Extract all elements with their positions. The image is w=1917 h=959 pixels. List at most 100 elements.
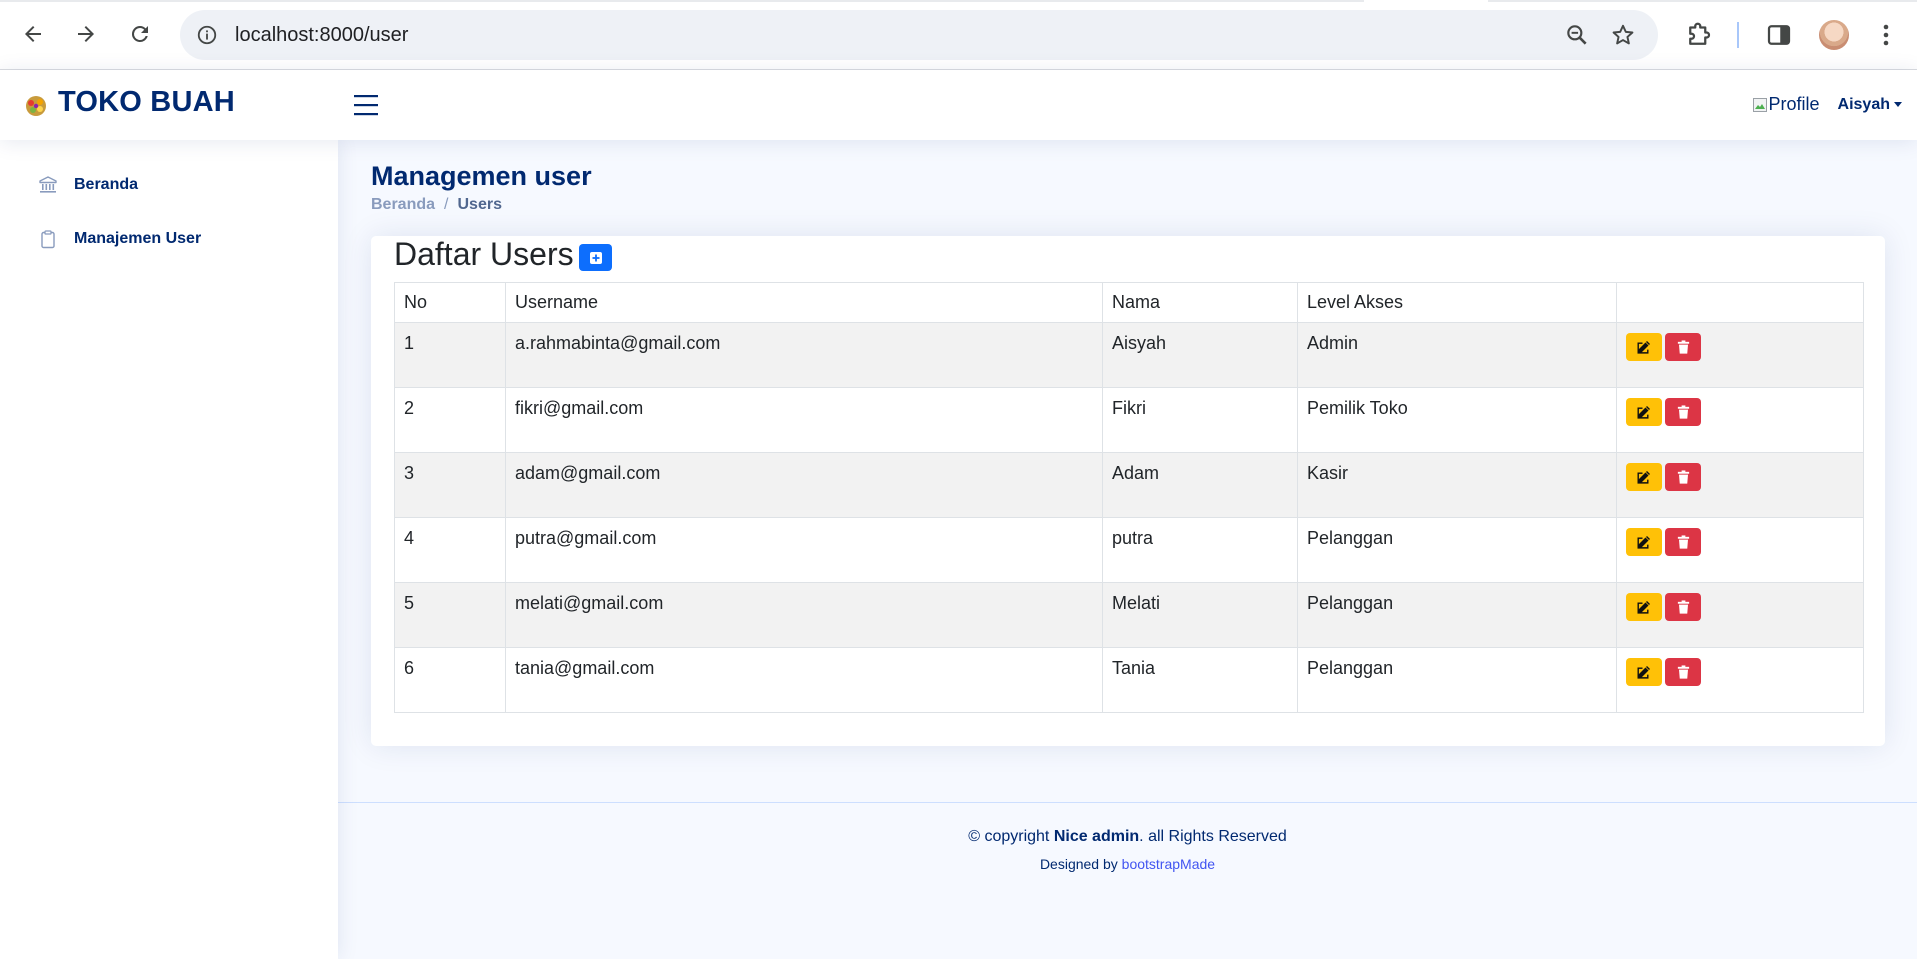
cell-username: melati@gmail.com — [505, 582, 1103, 648]
clipboard-icon — [38, 229, 58, 249]
edit-button[interactable] — [1626, 333, 1662, 361]
cell-no: 5 — [394, 582, 506, 648]
url-text[interactable]: localhost:8000/user — [235, 24, 408, 47]
header-no: No — [394, 282, 506, 323]
edit-button[interactable] — [1626, 593, 1662, 621]
delete-button[interactable] — [1665, 398, 1701, 426]
copyright-prefix: © copyright — [968, 828, 1050, 845]
extensions-icon[interactable] — [1684, 20, 1714, 50]
edit-icon — [1637, 406, 1650, 419]
delete-button[interactable] — [1665, 333, 1701, 361]
cell-no: 2 — [394, 387, 506, 453]
header-actions — [1616, 282, 1864, 323]
designer-link[interactable]: bootstrapMade — [1122, 856, 1215, 872]
delete-button[interactable] — [1665, 658, 1701, 686]
cell-actions — [1616, 582, 1864, 648]
arrow-right-icon — [78, 26, 94, 42]
trash-icon — [1677, 535, 1689, 549]
cell-username: putra@gmail.com — [505, 517, 1103, 583]
cell-level: Pelanggan — [1297, 517, 1617, 583]
cell-no: 6 — [394, 647, 506, 713]
copyright: © copyright Nice admin. all Rights Reser… — [338, 828, 1917, 846]
reload-button[interactable] — [120, 14, 160, 54]
cell-no: 3 — [394, 452, 506, 518]
page-title: Managemen user — [371, 161, 592, 191]
cell-username: fikri@gmail.com — [505, 387, 1103, 453]
browser-profile-avatar[interactable] — [1819, 20, 1849, 50]
edit-button[interactable] — [1626, 528, 1662, 556]
reload-icon — [131, 25, 148, 42]
edit-icon — [1637, 471, 1650, 484]
site-info-icon[interactable] — [194, 22, 220, 48]
browser-toolbar: localhost:8000/user — [0, 0, 1917, 70]
edit-icon — [1637, 536, 1650, 549]
breadcrumb-current: Users — [457, 196, 502, 213]
breadcrumb: Beranda / Users — [371, 196, 502, 214]
trash-icon — [1677, 600, 1689, 614]
cell-nama: Fikri — [1102, 387, 1298, 453]
header-username: Username — [505, 282, 1103, 323]
cell-level: Pelanggan — [1297, 647, 1617, 713]
header-level-akses: Level Akses — [1297, 282, 1617, 323]
bookmark-star-icon[interactable] — [1610, 22, 1636, 48]
browser-menu-icon[interactable] — [1878, 20, 1894, 50]
delete-button[interactable] — [1665, 463, 1701, 491]
cell-level: Kasir — [1297, 452, 1617, 518]
menu-toggle-icon[interactable] — [353, 92, 379, 118]
cell-username: tania@gmail.com — [505, 647, 1103, 713]
profile-name[interactable]: Aisyah — [1838, 96, 1890, 114]
edit-icon — [1637, 601, 1650, 614]
address-bar[interactable]: localhost:8000/user — [180, 10, 1658, 60]
breadcrumb-separator: / — [444, 196, 449, 213]
side-panel-icon[interactable] — [1764, 20, 1794, 50]
sidebar-item-beranda[interactable]: Beranda — [24, 165, 314, 205]
copyright-brand: Nice admin — [1053, 828, 1140, 845]
profile-image: Profile — [1752, 94, 1820, 115]
delete-button[interactable] — [1665, 593, 1701, 621]
broken-image-icon — [1752, 97, 1767, 112]
edit-button[interactable] — [1626, 463, 1662, 491]
table-row: 1 a.rahmabinta@gmail.com Aisyah Admin — [394, 322, 1864, 388]
breadcrumb-home-link[interactable]: Beranda — [371, 196, 435, 214]
back-button[interactable] — [13, 14, 53, 54]
cell-nama: Tania — [1102, 647, 1298, 713]
edit-icon — [1637, 341, 1650, 354]
cell-username: adam@gmail.com — [505, 452, 1103, 518]
table-header-row: No Username Nama Level Akses — [394, 282, 1864, 323]
cell-nama: Adam — [1102, 452, 1298, 518]
caret-down-icon — [1894, 102, 1902, 107]
users-card: Daftar Users No Username Nama Level Akse… — [371, 236, 1885, 746]
add-user-button[interactable] — [579, 244, 612, 271]
brand-name[interactable]: TOKO BUAH — [58, 86, 235, 119]
trash-icon — [1677, 665, 1689, 679]
trash-icon — [1677, 340, 1689, 354]
cell-level: Pemilik Toko — [1297, 387, 1617, 453]
profile-dropdown[interactable]: Profile Aisyah — [1752, 94, 1902, 115]
sidebar-item-label: Manajemen User — [74, 230, 202, 247]
cell-username: a.rahmabinta@gmail.com — [505, 322, 1103, 388]
footer-divider — [338, 802, 1917, 803]
cell-actions — [1616, 452, 1864, 518]
bank-icon — [38, 175, 58, 195]
plus-square-icon — [589, 251, 602, 264]
cell-level: Admin — [1297, 322, 1617, 388]
edit-button[interactable] — [1626, 658, 1662, 686]
zoom-icon[interactable] — [1564, 22, 1590, 48]
table-row: 6 tania@gmail.com Tania Pelanggan — [394, 647, 1864, 713]
sidebar-item-manajemen-user[interactable]: Manajemen User — [24, 219, 314, 259]
profile-image-alt-text: Profile — [1768, 94, 1820, 114]
tab-strip-edge — [0, 0, 1917, 2]
forward-button[interactable] — [66, 14, 106, 54]
table-row: 4 putra@gmail.com putra Pelanggan — [394, 517, 1864, 583]
edit-button[interactable] — [1626, 398, 1662, 426]
sidebar: Beranda Manajemen User — [0, 140, 338, 959]
fruit-logo-icon[interactable] — [24, 94, 48, 118]
sidebar-item-label: Beranda — [74, 176, 139, 193]
arrow-left-icon — [25, 26, 41, 42]
cell-actions — [1616, 517, 1864, 583]
cell-level: Pelanggan — [1297, 582, 1617, 648]
cell-actions — [1616, 387, 1864, 453]
users-table: No Username Nama Level Akses 1 a.rahmabi… — [394, 282, 1864, 713]
cell-actions — [1616, 647, 1864, 713]
delete-button[interactable] — [1665, 528, 1701, 556]
